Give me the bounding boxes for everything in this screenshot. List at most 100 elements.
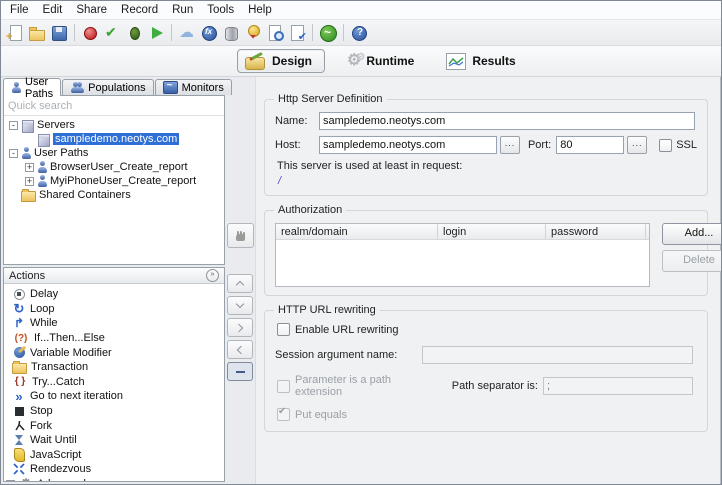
request-link[interactable]: /: [278, 175, 697, 187]
toolbar-separator: [74, 24, 75, 41]
record-icon[interactable]: [80, 23, 100, 43]
session-argument-field: [422, 346, 693, 364]
neoload-window: FileEditShareRecordRunToolsHelp Design ⚙…: [0, 0, 722, 485]
design-icon: [244, 52, 266, 70]
move-down-button[interactable]: [227, 296, 253, 315]
remove-button[interactable]: [227, 362, 253, 381]
action-if-then-else[interactable]: If...Then...Else: [4, 331, 224, 346]
move-up-button[interactable]: [227, 274, 253, 293]
column-header-login[interactable]: login: [438, 224, 546, 239]
column-header-realm-domain[interactable]: realm/domain: [276, 224, 438, 239]
mode-bar: Design ⚙⚙ Runtime Results: [1, 46, 721, 77]
action-javascript[interactable]: JavaScript: [4, 448, 224, 463]
while-icon: [12, 316, 26, 330]
tab-user-paths[interactable]: User Paths: [3, 78, 61, 96]
name-field[interactable]: [319, 112, 695, 130]
check-user-icon[interactable]: [102, 23, 122, 43]
database-icon[interactable]: [221, 23, 241, 43]
menu-item-help[interactable]: Help: [241, 3, 279, 17]
host-browse-button[interactable]: ...: [500, 136, 520, 154]
runtime-mode-button[interactable]: ⚙⚙ Runtime: [347, 53, 414, 69]
port-browse-button[interactable]: ...: [627, 136, 647, 154]
port-field[interactable]: [556, 136, 624, 154]
toolbar-separator: [312, 24, 313, 41]
action-go-to-next-iteration[interactable]: Go to next iteration: [4, 389, 224, 404]
http-server-definition-group: Http Server Definition Name: Host: ... P…: [264, 99, 708, 196]
tab-monitors[interactable]: Monitors: [155, 79, 232, 95]
menu-item-run[interactable]: Run: [165, 3, 200, 17]
checklist-icon[interactable]: [287, 23, 307, 43]
search-page-icon[interactable]: [265, 23, 285, 43]
try-icon: [12, 375, 28, 389]
gears-icon: ⚙⚙: [347, 53, 360, 69]
cloud-icon[interactable]: [177, 23, 197, 43]
action-variable-modifier[interactable]: Variable Modifier: [4, 345, 224, 360]
tree-item-sampledemo-neotys-com[interactable]: sampledemo.neotys.com: [4, 132, 224, 146]
group-title: Http Server Definition: [274, 93, 387, 105]
column-header-password[interactable]: password: [546, 224, 646, 239]
menu-item-share[interactable]: Share: [69, 3, 114, 17]
tree-expander-icon[interactable]: -: [9, 149, 18, 158]
tree-item-label: sampledemo.neotys.com: [53, 133, 179, 145]
action-label: Delay: [30, 288, 58, 300]
action-expander-icon[interactable]: +: [6, 480, 15, 481]
results-mode-button[interactable]: Results: [446, 53, 515, 70]
action-try-catch[interactable]: Try...Catch: [4, 375, 224, 390]
action-rendezvous[interactable]: Rendezvous: [4, 462, 224, 477]
runtime-label: Runtime: [366, 54, 414, 68]
menu-item-record[interactable]: Record: [114, 3, 165, 17]
play-icon[interactable]: [146, 23, 166, 43]
action-label: Variable Modifier: [30, 347, 112, 359]
tree-item-user-paths[interactable]: -User Paths: [4, 146, 224, 160]
tree-expander-icon[interactable]: +: [25, 163, 34, 172]
host-label: Host:: [275, 139, 319, 151]
tab-populations[interactable]: Populations: [62, 79, 154, 95]
indent-left-button[interactable]: [227, 340, 253, 359]
toolbar-separator: [343, 24, 344, 41]
chevron-left-icon: [237, 345, 245, 353]
main-area: User PathsPopulations Monitors -Serverssa…: [1, 77, 721, 484]
action-loop[interactable]: Loop: [4, 302, 224, 317]
tree-item-browseruser-create-report[interactable]: +BrowserUser_Create_report: [4, 160, 224, 174]
enable-url-rewriting-checkbox[interactable]: [277, 323, 290, 336]
host-field[interactable]: [319, 136, 497, 154]
add-button[interactable]: Add...: [662, 223, 722, 245]
tree-expander-icon[interactable]: -: [9, 121, 18, 130]
debug-icon[interactable]: [124, 23, 144, 43]
authorization-table[interactable]: realm/domainloginpassword: [275, 223, 650, 287]
tree-expander-icon[interactable]: +: [25, 177, 34, 186]
js-icon: [12, 448, 26, 462]
save-icon[interactable]: [49, 23, 69, 43]
menu-item-edit[interactable]: Edit: [36, 3, 70, 17]
tree-item-myiphoneuser-create-report[interactable]: +MyiPhoneUser_Create_report: [4, 174, 224, 188]
drag-mode-button[interactable]: [227, 223, 254, 248]
action-advanced[interactable]: +Advanced: [4, 477, 224, 481]
indent-right-button[interactable]: [227, 318, 253, 337]
server-detail-panel: Http Server Definition Name: Host: ... P…: [255, 77, 721, 484]
user-icon: [37, 175, 47, 187]
action-transaction[interactable]: Transaction: [4, 360, 224, 375]
ssl-checkbox[interactable]: [659, 139, 672, 152]
menu-item-file[interactable]: File: [3, 3, 36, 17]
menu-item-tools[interactable]: Tools: [200, 3, 241, 17]
open-folder-icon[interactable]: [27, 23, 47, 43]
rendezvous-icon: [12, 462, 26, 476]
functions-icon[interactable]: [199, 23, 219, 43]
collapse-panel-icon[interactable]: »: [206, 269, 219, 282]
tree-item-shared-containers[interactable]: Shared Containers: [4, 188, 224, 202]
action-while[interactable]: While: [4, 316, 224, 331]
server-used-text: This server is used at least in request:: [277, 160, 697, 172]
middle-toolbar: [225, 77, 255, 484]
new-document-icon[interactable]: [5, 23, 25, 43]
action-fork[interactable]: Fork: [4, 418, 224, 433]
design-mode-button[interactable]: Design: [237, 49, 325, 73]
tab-label: Monitors: [182, 82, 224, 94]
monitor-pulse-icon[interactable]: [318, 23, 338, 43]
tree-item-servers[interactable]: -Servers: [4, 118, 224, 132]
toolbar-separator: [171, 24, 172, 41]
license-icon[interactable]: [243, 23, 263, 43]
action-stop[interactable]: Stop: [4, 404, 224, 419]
help-icon[interactable]: [349, 23, 369, 43]
action-delay[interactable]: Delay: [4, 287, 224, 302]
action-wait-until[interactable]: Wait Until: [4, 433, 224, 448]
